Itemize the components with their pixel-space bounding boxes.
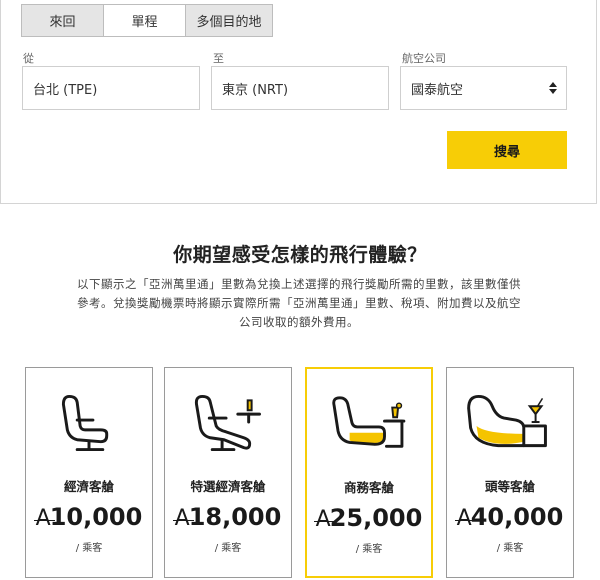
premium-economy-seat-icon [194,394,261,452]
business-seat-icon [332,396,406,448]
airline-label: 航空公司 [402,52,446,65]
miles-value: 18,000 [188,503,282,531]
asia-miles-symbol: A [172,506,194,531]
tab-round-trip[interactable]: 來回 [21,4,104,37]
cabin-miles: A10,000 [26,503,152,531]
cabin-name: 頭等客艙 [484,479,535,494]
select-arrows-icon [549,82,557,94]
trip-type-tabs: 來回 單程 多個目的地 [21,4,273,37]
tab-multi-city[interactable]: 多個目的地 [185,4,273,37]
cabin-card-first[interactable]: 頭等客艙 A40,000 / 乘客 [446,367,574,578]
to-label: 至 [213,52,224,65]
economy-seat-icon [61,394,109,452]
to-field[interactable]: 東京 (NRT) [211,66,389,110]
from-value: 台北 (TPE) [33,82,98,98]
experience-heading: 你期望感受怎樣的飛行體驗？ [173,244,427,266]
per-passenger: / 乘客 [355,544,383,555]
from-label: 從 [23,52,34,65]
description-line: 參考。兌換獎勵機票時將顯示實際所需「亞洲萬里通」里數、稅項、附加費以及航空 [77,296,521,310]
tab-one-way[interactable]: 單程 [103,4,186,37]
per-passenger: / 乘客 [214,543,242,554]
description-line: 公司收取的額外費用。 [239,315,359,329]
description-line: 以下顯示之「亞洲萬里通」里數為兌換上述選擇的飛行獎勵所需的里數，該里數僅供 [77,277,521,291]
first-seat-icon [467,394,547,448]
asia-miles-symbol: A [313,507,335,532]
cabin-name: 經濟客艙 [63,479,114,494]
cabin-card-economy[interactable]: 經濟客艙 A10,000 / 乘客 [25,367,153,578]
cabin-miles: A18,000 [165,503,291,531]
search-panel: 來回 單程 多個目的地 從 台北 (TPE) 至 東京 (NRT) 航空公司 國… [0,0,597,204]
airline-value: 國泰航空 [411,82,464,98]
asia-miles-symbol: A [454,506,476,531]
miles-value: 25,000 [329,504,423,532]
cabin-miles: A40,000 [447,503,573,531]
to-value: 東京 (NRT) [222,82,289,98]
miles-value: 40,000 [470,503,564,531]
cabin-card-premium-economy[interactable]: 特選經濟客艙 A18,000 / 乘客 [164,367,292,578]
cabin-name: 商務客艙 [343,480,394,495]
cabin-miles: A25,000 [307,504,431,532]
cabin-card-business[interactable]: 商務客艙 A25,000 / 乘客 [305,367,433,578]
per-passenger: / 乘客 [75,543,103,554]
asia-miles-symbol: A [33,506,55,531]
cabin-name: 特選經濟客艙 [190,479,266,494]
from-field[interactable]: 台北 (TPE) [22,66,200,110]
miles-value: 10,000 [49,503,143,531]
experience-description: 以下顯示之「亞洲萬里通」里數為兌換上述選擇的飛行獎勵所需的里數，該里數僅供 參考… [58,275,540,332]
per-passenger: / 乘客 [496,543,524,554]
airline-select[interactable]: 國泰航空 [400,66,567,110]
search-button[interactable]: 搜尋 [447,131,567,169]
